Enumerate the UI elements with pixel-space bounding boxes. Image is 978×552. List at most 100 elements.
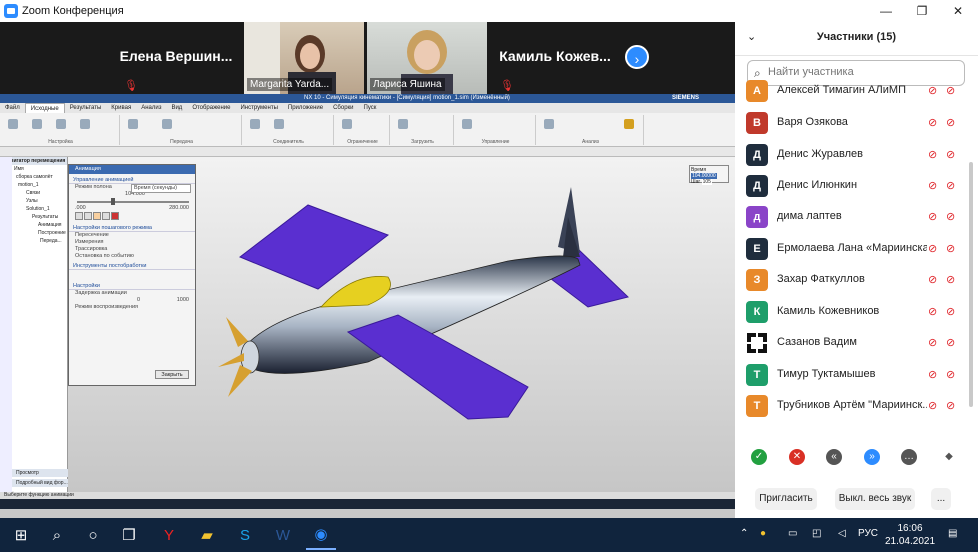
participant-row[interactable]: д дима лаптев ⊘ ⊘	[735, 202, 967, 233]
ribbon-tool-icon[interactable]	[8, 119, 18, 129]
tray-app-icon[interactable]: ●	[760, 528, 766, 539]
task-view-icon[interactable]: ❐	[114, 520, 144, 550]
skype-icon[interactable]: S	[230, 520, 260, 550]
playback-button[interactable]	[102, 212, 110, 220]
dialog-section-settings[interactable]: Настройки	[69, 282, 195, 290]
nx-menu-item[interactable]: Приложение	[283, 103, 328, 113]
cortana-icon[interactable]: ○	[78, 520, 108, 550]
participant-name: Денис Журавлев	[777, 148, 863, 160]
delay-max: 1000	[176, 297, 189, 303]
nx-menu-item[interactable]: Отображение	[187, 103, 235, 113]
tray-arrow-icon[interactable]: ⌃	[740, 528, 748, 539]
ribbon-tool-icon[interactable]	[462, 119, 472, 129]
nav-bottom-item[interactable]: Подробный вид фор...	[12, 479, 68, 487]
playback-button[interactable]	[75, 212, 83, 220]
nx-selection-bar	[0, 147, 735, 157]
check-item[interactable]: Трассировка	[69, 246, 195, 253]
nx-menu-item[interactable]: Кривая	[106, 103, 136, 113]
nx-menu-item[interactable]: Файл	[0, 103, 25, 113]
nx-menu-item[interactable]: Анализ	[136, 103, 166, 113]
video-tile-margarita[interactable]: Margarita Yarda...	[244, 22, 364, 94]
battery-icon[interactable]: ▭	[788, 528, 797, 539]
ribbon-tool-icon[interactable]	[250, 119, 260, 129]
nx-menu-item[interactable]: Пуск	[359, 103, 382, 113]
participant-row[interactable]: Т Тимур Туктамышев ⊘ ⊘	[735, 360, 967, 391]
word-icon[interactable]: W	[268, 520, 298, 550]
volume-icon[interactable]: ◁	[838, 528, 846, 539]
ribbon-tool-icon[interactable]	[274, 119, 284, 129]
mute-all-button[interactable]: Выкл. весь звук	[835, 488, 915, 510]
video-tile-larisa[interactable]: Лариса Яшина	[367, 22, 487, 94]
video-tile-elena[interactable]: Елена Вершин... 🎙	[110, 22, 242, 94]
next-videos-button[interactable]: ›	[625, 45, 649, 69]
mode-select[interactable]: Время (секунды)	[131, 184, 191, 193]
taskbar-clock[interactable]: 16:06 21.04.2021	[880, 522, 940, 548]
mode-label-text: Режим полона	[75, 184, 112, 190]
maximize-icon[interactable]: ❐	[902, 0, 942, 22]
animation-dialog: Анимация Управление анимацией Режим поло…	[68, 164, 196, 386]
notifications-icon[interactable]: ▤	[948, 528, 957, 539]
avatar: К	[746, 301, 768, 323]
dialog-section-step[interactable]: Настройки пошагового режима	[69, 224, 195, 232]
stop-button[interactable]	[111, 212, 119, 220]
minimize-icon[interactable]: —	[866, 0, 906, 22]
participant-row[interactable]: А Алексей Тимагин АЛиМП ⊘ ⊘	[735, 80, 967, 107]
yandex-browser-icon[interactable]: Y	[154, 520, 184, 550]
ribbon-tool-icon[interactable]	[544, 119, 554, 129]
animation-tool-icon[interactable]	[624, 119, 634, 129]
time-slider[interactable]	[69, 198, 195, 205]
file-explorer-icon[interactable]: ▰	[192, 520, 222, 550]
participant-row[interactable]: Д Денис Журавлев ⊘ ⊘	[735, 140, 967, 171]
avatar: д	[746, 206, 768, 228]
clear-all-icon[interactable]: ◆	[941, 449, 957, 465]
pause-button[interactable]	[93, 212, 101, 220]
participant-row[interactable]: В Варя Озякова ⊘ ⊘	[735, 108, 967, 139]
check-item[interactable]: Пересечение	[69, 232, 195, 239]
no-icon[interactable]: ✕	[789, 449, 805, 465]
ribbon-group: Настройка	[2, 115, 120, 145]
language-indicator[interactable]: РУС	[858, 528, 878, 539]
dialog-section-control[interactable]: Управление анимацией	[69, 176, 195, 184]
participant-row[interactable]: Т Трубников Артём "Мариинск... ⊘ ⊘	[735, 391, 967, 422]
ribbon-tool-icon[interactable]	[32, 119, 42, 129]
close-icon[interactable]: ✕	[938, 0, 978, 22]
more-options-button[interactable]: ...	[931, 488, 951, 510]
zoom-app-icon[interactable]: ◉	[306, 520, 336, 550]
ribbon-tool-icon[interactable]	[162, 119, 172, 129]
ribbon-tool-icon[interactable]	[56, 119, 66, 129]
network-icon[interactable]: ◰	[812, 528, 821, 539]
check-item[interactable]: Остановка по событию	[69, 253, 195, 260]
participant-row[interactable]: Сазанов Вадим ⊘ ⊘	[735, 328, 967, 359]
search-icon[interactable]: ⌕	[42, 520, 72, 550]
yes-icon[interactable]: ✓	[751, 449, 767, 465]
participant-scrollbar[interactable]	[968, 80, 974, 425]
nx-menu-item[interactable]: Вид	[166, 103, 187, 113]
playback-button[interactable]	[84, 212, 92, 220]
participant-row[interactable]: Е Ермолаева Лана «Мариинская... ⊘ ⊘	[735, 234, 967, 265]
go-slower-icon[interactable]: «	[826, 449, 842, 465]
ribbon-tool-icon[interactable]	[342, 119, 352, 129]
ribbon-tool-icon[interactable]	[398, 119, 408, 129]
dialog-section-post[interactable]: Инструменты постобработки	[69, 262, 195, 270]
ribbon-tool-icon[interactable]	[128, 119, 138, 129]
nx-menu-item[interactable]: Исходные	[24, 103, 65, 113]
ribbon-tool-icon[interactable]	[80, 119, 90, 129]
participant-row[interactable]: З Захар Фаткуллов ⊘ ⊘	[735, 265, 967, 296]
title-bar: Zoom Конференция	[0, 0, 978, 22]
search-input[interactable]	[768, 66, 958, 78]
close-dialog-button[interactable]: Закрыть	[155, 370, 189, 379]
scrollbar-thumb[interactable]	[969, 162, 973, 407]
nx-menu-item[interactable]: Инструменты	[235, 103, 282, 113]
nav-bottom-item[interactable]: Просмотр	[12, 469, 68, 477]
invite-button[interactable]: Пригласить	[755, 488, 817, 510]
check-item[interactable]: Измерения	[69, 239, 195, 246]
participant-row[interactable]: К Камиль Кожевников ⊘ ⊘	[735, 297, 967, 328]
nx-menu-item[interactable]: Результаты	[65, 103, 107, 113]
go-faster-icon[interactable]: »	[864, 449, 880, 465]
windows-start-icon[interactable]: ⊞	[6, 520, 36, 550]
nx-menu-item[interactable]: Сборки	[328, 103, 358, 113]
participant-name: Алексей Тимагин АЛиМП	[777, 84, 906, 96]
video-tile-kamil[interactable]: Камиль Кожев... 🎙	[490, 22, 620, 94]
participant-row[interactable]: Д Денис Илюнкин ⊘ ⊘	[735, 171, 967, 202]
more-reactions-icon[interactable]: …	[901, 449, 917, 465]
